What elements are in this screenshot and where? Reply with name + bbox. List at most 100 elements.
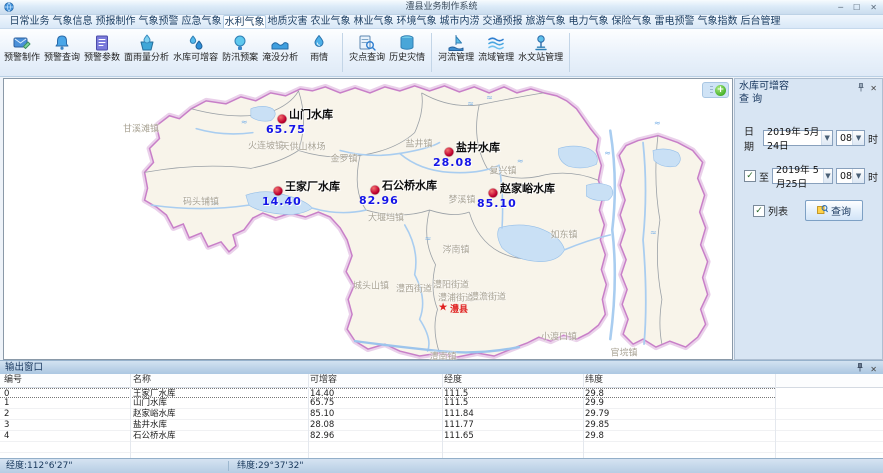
list-checkbox[interactable]: ✓ bbox=[753, 205, 765, 217]
town-label: 金罗镇 bbox=[330, 152, 357, 165]
toolbar-button-label: 灾点查询 bbox=[349, 53, 385, 64]
menu-tab-9[interactable]: 林业气象 bbox=[352, 15, 395, 28]
hydrostation-manage-button[interactable]: 水文站管理 bbox=[516, 31, 565, 74]
table-cell: 2 bbox=[4, 409, 9, 419]
menu-tab-3[interactable]: 预报制作 bbox=[94, 15, 137, 28]
reservoir-value-label: 14.40 bbox=[262, 195, 302, 208]
table-cell: 29.85 bbox=[585, 420, 609, 430]
menu-tab-10[interactable]: 环境气象 bbox=[395, 15, 438, 28]
alert-bell-button[interactable]: 预警查询 bbox=[42, 31, 82, 74]
table-row[interactable]: 0王家厂水库14.40111.529.8 bbox=[0, 388, 775, 398]
column-divider bbox=[308, 374, 309, 458]
disaster-history-button[interactable]: 历史灾情 bbox=[387, 31, 427, 74]
menu-tab-4[interactable]: 气象预警 bbox=[137, 15, 180, 28]
table-cell: 111.65 bbox=[444, 431, 474, 441]
town-label: 澧西街道 bbox=[396, 282, 432, 295]
date-from-picker[interactable]: 2019年 5月24日 ▼ bbox=[763, 130, 833, 146]
window-title: 澧县业务制作系统 bbox=[0, 0, 883, 15]
to-date-checkbox[interactable]: ✓ bbox=[744, 170, 756, 182]
inundation-button[interactable]: 淹没分析 bbox=[260, 31, 300, 74]
town-label: 涔南镇 bbox=[442, 243, 469, 256]
menu-tab-15[interactable]: 保险气象 bbox=[610, 15, 653, 28]
column-header[interactable]: 可增容 bbox=[310, 374, 337, 387]
table-cell: 28.08 bbox=[310, 420, 334, 430]
table-cell: 82.96 bbox=[310, 431, 334, 441]
toolbar-button-label: 预警查询 bbox=[44, 53, 80, 64]
town-label: 复兴镇 bbox=[489, 164, 516, 177]
pin-icon[interactable] bbox=[857, 82, 865, 95]
query-icon bbox=[817, 204, 828, 218]
menu-tab-8[interactable]: 农业气象 bbox=[309, 15, 352, 28]
table-cell: 山门水库 bbox=[133, 398, 167, 408]
menu-tab-11[interactable]: 城市内涝 bbox=[438, 15, 481, 28]
list-label: 列表 bbox=[768, 203, 788, 218]
close-button[interactable]: ✕ bbox=[870, 0, 877, 15]
menu-tab-6[interactable]: 水利气象 bbox=[223, 15, 266, 28]
alert-edit-button[interactable]: 预警制作 bbox=[2, 31, 42, 74]
river-manage-icon bbox=[446, 32, 466, 53]
map-panel[interactable]: ≈≈≈ ≈≈≈ ≈≈≈ 甘溪滩镇码头铺镇火连坡镇天供山林场金罗镇盐井镇复兴镇梦溪… bbox=[3, 78, 733, 360]
menu-tab-5[interactable]: 应急气象 bbox=[180, 15, 223, 28]
alert-params-icon bbox=[92, 32, 112, 53]
menu-tab-1[interactable]: 日常业务 bbox=[8, 15, 51, 28]
chevron-down-icon[interactable]: ▼ bbox=[821, 131, 832, 145]
area-rain-icon bbox=[137, 32, 157, 53]
date-label: 日期 bbox=[744, 123, 760, 153]
column-header[interactable]: 编号 bbox=[4, 374, 22, 387]
basin-manage-button[interactable]: 流域管理 bbox=[476, 31, 516, 74]
menu-tab-14[interactable]: 电力气象 bbox=[567, 15, 610, 28]
panel-close-icon[interactable]: ✕ bbox=[870, 85, 877, 93]
menu-tab-13[interactable]: 旅游气象 bbox=[524, 15, 567, 28]
date-to-picker[interactable]: 2019年 5月25日 ▼ bbox=[772, 168, 833, 184]
query-button[interactable]: 查询 bbox=[805, 200, 863, 221]
toolbar-separator bbox=[431, 33, 432, 72]
rain-info-button[interactable]: 雨情 bbox=[300, 31, 338, 74]
toolbar-button-label: 历史灾情 bbox=[389, 53, 425, 64]
county-name-label: 澧县 bbox=[450, 302, 468, 315]
minimize-button[interactable]: ─ bbox=[838, 0, 843, 15]
column-header[interactable]: 纬度 bbox=[585, 374, 603, 387]
table-cell: 111.5 bbox=[444, 398, 468, 408]
menu-tab-18[interactable]: 后台管理 bbox=[739, 15, 782, 28]
reservoir-value-label: 28.08 bbox=[433, 156, 473, 169]
menu-tab-2[interactable]: 气象信息 bbox=[51, 15, 94, 28]
column-header[interactable]: 经度 bbox=[444, 374, 462, 387]
column-header[interactable]: 名称 bbox=[133, 374, 151, 387]
alert-params-button[interactable]: 预警参数 bbox=[82, 31, 122, 74]
menu-tab-17[interactable]: 气象指数 bbox=[696, 15, 739, 28]
area-rain-button[interactable]: 面雨量分析 bbox=[122, 31, 171, 74]
flood-plan-icon bbox=[230, 32, 250, 53]
town-label: 澧澹街道 bbox=[470, 290, 506, 303]
to-label: 至 bbox=[759, 169, 769, 184]
table-cell: 111.84 bbox=[444, 409, 474, 419]
table-cell: 29.9 bbox=[585, 398, 604, 408]
menu-tab-16[interactable]: 雷电预警 bbox=[653, 15, 696, 28]
hour-to-picker[interactable]: 08 ▼ bbox=[836, 168, 865, 184]
panel-subtitle: 查 询 bbox=[739, 94, 878, 107]
reservoir-capacity-icon bbox=[186, 32, 206, 53]
basin-manage-icon bbox=[486, 32, 506, 53]
reservoir-name-label: 山门水库 bbox=[289, 106, 333, 122]
hour-from-picker[interactable]: 08 ▼ bbox=[836, 130, 865, 146]
zoom-in-button[interactable]: + bbox=[715, 85, 726, 96]
table-cell: 29.79 bbox=[585, 409, 609, 419]
drag-handle-icon[interactable] bbox=[710, 86, 713, 94]
chevron-down-icon[interactable]: ▼ bbox=[823, 169, 832, 183]
disaster-query-button[interactable]: 灾点查询 bbox=[347, 31, 387, 74]
reservoir-capacity-panel: 水库可增容 查 询 ✕ 日期 2019年 5月24日 ▼ 08 ▼ 时 ✓ 至 … bbox=[734, 78, 883, 360]
chevron-down-icon[interactable]: ▼ bbox=[852, 169, 864, 183]
river-manage-button[interactable]: 河流管理 bbox=[436, 31, 476, 74]
reservoir-capacity-button[interactable]: 水库可增容 bbox=[171, 31, 220, 74]
disaster-history-icon bbox=[397, 32, 417, 53]
menu-tab-7[interactable]: 地质灾害 bbox=[266, 15, 309, 28]
chevron-down-icon[interactable]: ▼ bbox=[852, 131, 864, 145]
menu-tab-12[interactable]: 交通预报 bbox=[481, 15, 524, 28]
maximize-button[interactable]: ☐ bbox=[853, 0, 860, 15]
county-star-icon: ★ bbox=[438, 301, 448, 314]
flood-plan-button[interactable]: 防汛预案 bbox=[220, 31, 260, 74]
toolbar-button-label: 面雨量分析 bbox=[124, 53, 169, 64]
town-label: 码头铺镇 bbox=[183, 195, 219, 208]
output-close-icon[interactable]: ✕ bbox=[870, 366, 877, 374]
map-overlay: 甘溪滩镇码头铺镇火连坡镇天供山林场金罗镇盐井镇复兴镇梦溪镇大堰垱镇涔南镇如东镇城… bbox=[4, 79, 732, 359]
table-cell: 石公桥水库 bbox=[133, 431, 176, 441]
